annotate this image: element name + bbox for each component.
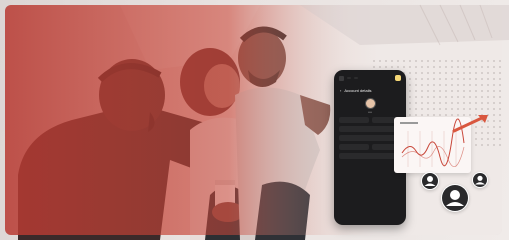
- hero-banner: ‹ Account details ••••: [0, 0, 509, 240]
- growth-arrow-icon: [452, 115, 488, 133]
- user-avatar-icon: [441, 184, 469, 212]
- profile-caption: ••••: [367, 110, 373, 114]
- phone-field: [339, 135, 401, 141]
- phone-field-row: [339, 117, 401, 123]
- screen-title-text: Account details: [344, 88, 372, 93]
- phone-header: [334, 70, 406, 86]
- user-avatar-icon: [472, 172, 488, 188]
- phone-field: [339, 117, 369, 123]
- phone-field: [339, 144, 369, 150]
- phone-field-row: [339, 144, 401, 150]
- phone-field: [339, 153, 401, 159]
- back-icon: ‹: [340, 88, 342, 93]
- phone-tab-2: [354, 77, 358, 79]
- phone-tab-1: [347, 77, 351, 79]
- menu-icon: [339, 75, 344, 81]
- user-avatar-icon: [421, 172, 439, 190]
- profile-avatar: [364, 98, 376, 109]
- phone-screen-title: ‹ Account details: [334, 86, 406, 95]
- phone-field: [339, 126, 401, 132]
- app-badge-icon: [395, 75, 401, 81]
